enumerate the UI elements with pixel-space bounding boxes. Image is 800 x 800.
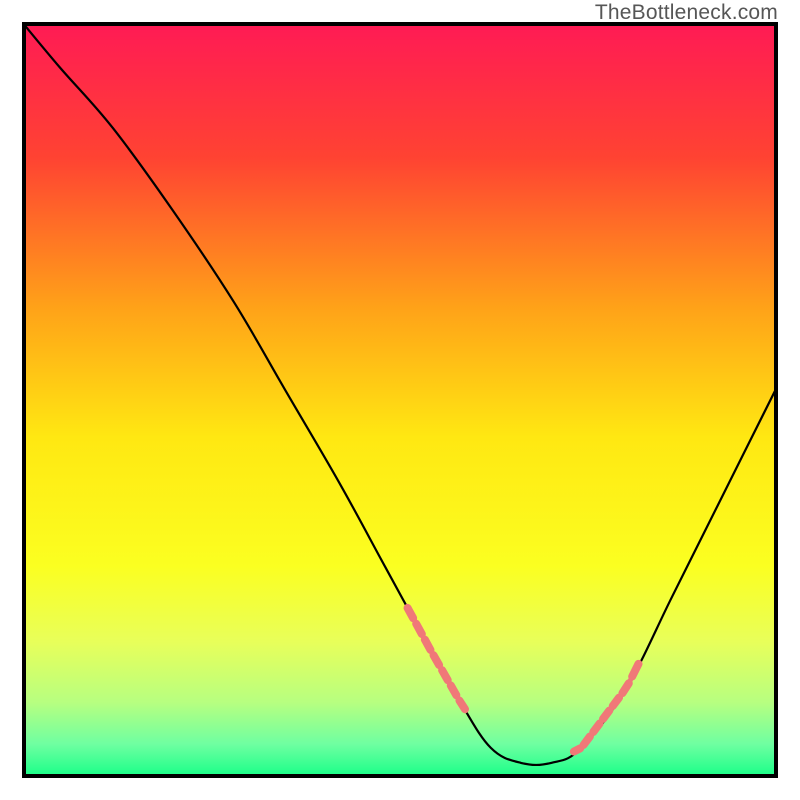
plot-area: [22, 22, 778, 778]
bottleneck-chart: TheBottleneck.com: [0, 0, 800, 800]
background-gradient: [22, 22, 778, 778]
